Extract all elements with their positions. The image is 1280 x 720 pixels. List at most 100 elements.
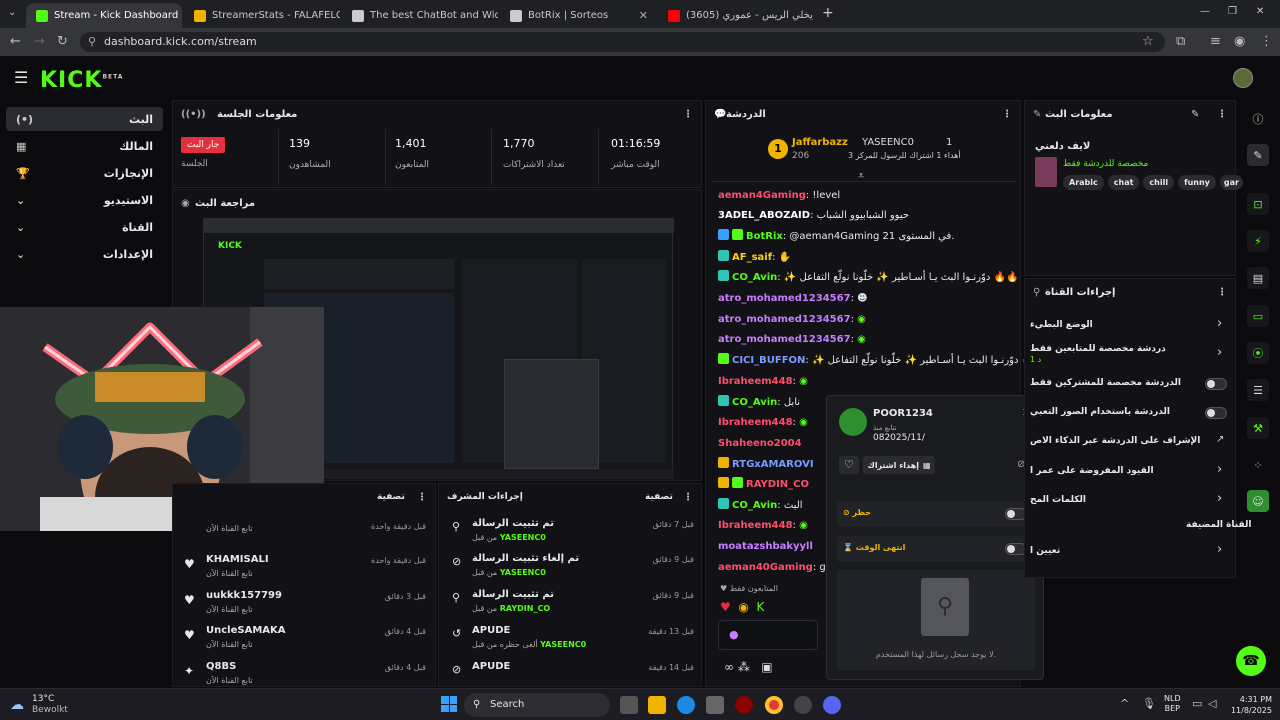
gift-sub-button[interactable]: إهداء اشتراك ▦	[863, 456, 935, 474]
back-icon[interactable]: ←	[10, 34, 21, 49]
profile-icon[interactable]: ◉	[1234, 34, 1245, 49]
subscribers-only-toggle[interactable]	[1205, 378, 1227, 390]
more-options-icon[interactable]: ⋮	[1217, 109, 1227, 120]
wrench-icon[interactable]: ⚒	[1247, 417, 1269, 439]
chevron-right-icon[interactable]: ›	[1217, 345, 1222, 360]
discord-icon[interactable]	[823, 696, 841, 714]
broadcast-icon[interactable]: ⦿	[1247, 342, 1269, 364]
apps-icon[interactable]: ⁘	[1247, 454, 1269, 476]
sidebar-item-studio[interactable]: ⌄ الاستيديو	[6, 188, 163, 212]
tag-chip[interactable]: chat	[1107, 175, 1140, 190]
chevron-up-icon[interactable]: ^	[1120, 697, 1129, 710]
tag-chip[interactable]: funny	[1178, 175, 1216, 190]
chat-icon[interactable]: ▭	[1247, 305, 1269, 327]
edge-icon[interactable]	[677, 696, 695, 714]
more-options-icon[interactable]: ⋮	[1002, 109, 1012, 120]
volume-icon[interactable]: ◁	[1208, 697, 1216, 710]
filter-label[interactable]: تصفية	[377, 492, 405, 502]
more-options-icon[interactable]: ⋮	[683, 492, 693, 503]
popup-username[interactable]: POOR1234	[873, 408, 933, 419]
category-link[interactable]: مخصصة للدردشة فقط	[1063, 159, 1148, 169]
clock[interactable]: 4:31 PM 11/8/2025	[1228, 694, 1272, 716]
browser-menu-icon[interactable]: ⋮	[1260, 34, 1273, 49]
external-link-icon[interactable]: ↗	[1216, 434, 1224, 445]
taskbar-search[interactable]: ⚲ Search	[464, 693, 610, 717]
age-restriction-row[interactable]: القيود المفروضة على عمر ا	[1030, 466, 1154, 476]
banned-words-row[interactable]: الكلمات المح	[1030, 495, 1086, 505]
sidebar-item-achievements[interactable]: 🏆 الإنجازات	[6, 161, 163, 185]
bookmark-star-icon[interactable]: ☆	[1142, 34, 1154, 49]
follow-heart-button[interactable]: ♡	[839, 456, 859, 474]
site-info-icon[interactable]: ⚲	[88, 32, 96, 52]
tab-streamerstats[interactable]: StreamerStats - FALAFELCO Pro ✕	[184, 3, 340, 28]
sidebar-item-stream[interactable]: (•) البث	[6, 107, 163, 131]
network-icon[interactable]: ▭	[1192, 697, 1202, 710]
settings-icon[interactable]	[794, 696, 812, 714]
language-indicator[interactable]: NLD BEP	[1164, 694, 1181, 714]
pencil-icon[interactable]: ✎	[1191, 109, 1199, 120]
list-icon[interactable]: ☰	[1247, 379, 1269, 401]
tab-search-icon[interactable]: ⌄	[8, 7, 16, 18]
microphone-icon[interactable]: 🎙	[1142, 697, 1156, 710]
info-icon[interactable]: ⓘ	[1247, 108, 1269, 130]
slow-mode-row[interactable]: الوضع البطيء	[1030, 320, 1093, 330]
emote-icon[interactable]: ◉	[738, 600, 748, 614]
tag-chip[interactable]: gar	[1219, 175, 1243, 190]
support-chat-icon[interactable]: ☎	[1236, 646, 1266, 676]
avatar[interactable]	[1233, 68, 1253, 88]
chevron-right-icon[interactable]: ›	[1217, 542, 1222, 557]
reload-icon[interactable]: ↻	[57, 34, 68, 49]
tag-chip[interactable]: Arabic	[1063, 175, 1104, 190]
sidebar-item-owner[interactable]: ▦ المالك	[6, 134, 163, 158]
weather-widget[interactable]: 13°C Bewolkt	[32, 694, 68, 716]
share-icon[interactable]: ⁂	[738, 660, 750, 674]
task-view-icon[interactable]	[620, 696, 638, 714]
chevron-right-icon[interactable]: ›	[1217, 462, 1222, 477]
tab-chatbot[interactable]: The best ChatBot and Widgets ✕	[342, 3, 498, 28]
heart-emote-icon[interactable]: ♥	[720, 600, 731, 614]
extension-avatar-icon[interactable]: ☺	[1247, 490, 1269, 512]
chrome-icon[interactable]	[765, 696, 783, 714]
extensions-icon[interactable]: ⧉	[1176, 34, 1185, 49]
reading-list-icon[interactable]: ≡	[1210, 34, 1221, 49]
tag-chip[interactable]: chill	[1143, 175, 1175, 190]
leaderboard-second-user[interactable]: YASEENC0	[862, 137, 914, 148]
file-explorer-icon[interactable]	[648, 696, 666, 714]
maximize-icon[interactable]: ❐	[1228, 6, 1237, 17]
lightning-icon[interactable]: ⚡	[1247, 230, 1269, 252]
minimize-icon[interactable]: —	[1200, 6, 1210, 17]
address-bar[interactable]: ⚲ dashboard.kick.com/stream	[80, 32, 1165, 52]
kick-emote-icon[interactable]: K	[757, 600, 765, 614]
leaderboard-top-user[interactable]: Jaffarbazz	[792, 137, 848, 148]
close-tab-icon[interactable]: ✕	[639, 9, 648, 22]
edit-layout-icon[interactable]: ✎	[1247, 144, 1269, 166]
tab-youtube[interactable]: (3605) الله يخلي الريس - عموري ✕	[658, 3, 814, 28]
close-window-icon[interactable]: ✕	[1256, 6, 1264, 17]
sidebar-item-channel[interactable]: ⌄ القناة	[6, 215, 163, 239]
chevron-right-icon[interactable]: ›	[1217, 491, 1222, 506]
new-tab-icon[interactable]: +	[822, 5, 834, 21]
kick-logo[interactable]: KICKBETA	[40, 68, 123, 93]
forward-icon[interactable]: →	[34, 34, 45, 49]
more-options-icon[interactable]: ⋮	[1217, 287, 1227, 298]
tab-botrix[interactable]: BotRix | Sorteos ✕	[500, 3, 656, 28]
store-icon[interactable]	[706, 696, 724, 714]
filter-label[interactable]: تصفية	[645, 492, 673, 502]
chevron-right-icon[interactable]: ›	[1217, 316, 1222, 331]
more-options-icon[interactable]: ⋮	[417, 492, 427, 503]
ai-moderation-row[interactable]: الإشراف على الدردشة عبر الذكاء الاص	[1030, 436, 1200, 446]
chat-input[interactable]: ●	[718, 620, 818, 650]
tab-kick-dashboard[interactable]: Stream - Kick Dashboard ✕	[26, 3, 182, 28]
microphone-icon[interactable]: ●	[729, 628, 739, 641]
hamburger-menu-icon[interactable]: ☰	[14, 68, 28, 87]
document-icon[interactable]: ▤	[1247, 267, 1269, 289]
windows-start-icon[interactable]	[441, 696, 457, 712]
set-host-row[interactable]: تعيين ا	[1030, 546, 1060, 556]
app-icon[interactable]	[735, 696, 753, 714]
infinity-icon[interactable]: ∞	[724, 660, 734, 674]
capture-icon[interactable]: ⊡	[1247, 193, 1269, 215]
gift-icon[interactable]: ▣	[761, 660, 772, 674]
followers-only-row[interactable]: دردشة مخصصة للمتابعين فقط	[1030, 344, 1166, 354]
more-options-icon[interactable]: ⋮	[683, 109, 693, 120]
emote-only-toggle[interactable]	[1205, 407, 1227, 419]
